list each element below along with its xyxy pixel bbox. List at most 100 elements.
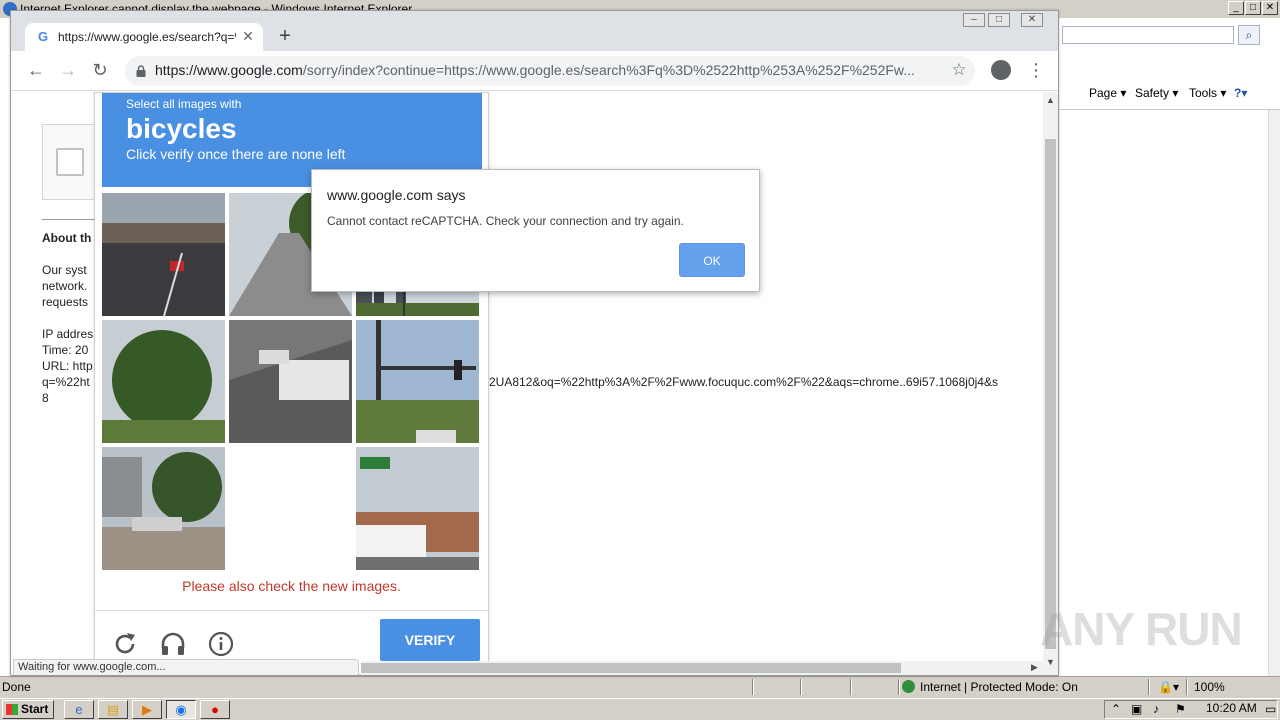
start-button[interactable]: Start xyxy=(2,700,54,719)
url-text[interactable]: https://www.google.com/sorry/index?conti… xyxy=(155,62,941,78)
show-desktop-icon[interactable]: ▭ xyxy=(1265,701,1276,718)
alert-message: Cannot contact reCAPTCHA. Check your con… xyxy=(327,214,684,228)
scroll-down-arrow-icon[interactable]: ▼ xyxy=(1046,657,1055,667)
reload-icon[interactable] xyxy=(110,629,140,659)
chrome-close-button[interactable]: ✕ xyxy=(1021,13,1043,27)
chrome-toolbar: ← → ↻ https://www.google.com/sorry/index… xyxy=(11,51,1058,91)
ie-help-menu[interactable]: ?▾ xyxy=(1234,86,1247,100)
sorry-text-line: network. xyxy=(42,279,88,293)
recaptcha-select-text: Select all images with xyxy=(126,97,242,111)
status-divider xyxy=(850,679,852,695)
lock-icon[interactable] xyxy=(136,65,146,77)
status-divider xyxy=(1148,679,1150,695)
ie-page-menu[interactable]: Page ▾ xyxy=(1089,86,1126,100)
chrome-minimize-button[interactable]: – xyxy=(963,13,985,27)
flag-icon[interactable]: ⚑ xyxy=(1175,701,1186,718)
recaptcha-tile[interactable] xyxy=(229,320,352,443)
search-icon[interactable]: ⌕ xyxy=(1238,25,1260,45)
opera-taskbar-icon[interactable]: ● xyxy=(200,700,230,719)
page-content: About th Our syst network. requests IP addr… xyxy=(11,92,1058,675)
status-divider xyxy=(800,679,802,695)
info-icon[interactable] xyxy=(206,629,236,659)
status-divider xyxy=(752,679,754,695)
verify-button[interactable]: VERIFY xyxy=(380,619,480,661)
taskbar-clock[interactable]: 10:20 AM xyxy=(1206,701,1257,715)
page-vertical-scrollbar[interactable]: ▲ ▼ xyxy=(1043,92,1058,675)
url-host: https://www.google.com xyxy=(155,62,303,78)
new-tab-button[interactable]: + xyxy=(273,25,297,49)
ie-tools-menu[interactable]: Tools ▾ xyxy=(1189,86,1226,100)
anyrun-watermark: ANY RUN xyxy=(1040,603,1243,655)
menu-icon[interactable]: ⋮ xyxy=(1027,59,1045,83)
sorry-text-line: 8 xyxy=(42,391,49,405)
recaptcha-target-object: bicycles xyxy=(126,113,237,144)
ie-close-button[interactable]: ✕ xyxy=(1262,1,1278,15)
taskbar: Start e ▤ ▶ ◉ ● ⌃ ▣ ♪ ⚑ ▭ 10:20 AM xyxy=(0,698,1280,720)
alert-origin: www.google.com says xyxy=(327,187,466,203)
ie-search-input[interactable] xyxy=(1062,26,1234,44)
ie-page-body xyxy=(1058,110,1280,676)
tray-arrow-icon[interactable]: ⌃ xyxy=(1111,701,1121,718)
forward-arrow-icon[interactable]: → xyxy=(56,59,80,83)
network-icon[interactable]: ▣ xyxy=(1131,701,1142,718)
internet-zone-icon xyxy=(902,680,915,693)
ie-security-zone: Internet | Protected Mode: On xyxy=(920,680,1078,694)
page-horizontal-scrollbar[interactable]: ▶ xyxy=(361,661,1043,675)
chrome-taskbar-icon[interactable]: ◉ xyxy=(166,700,196,719)
not-robot-checkbox[interactable] xyxy=(56,148,84,176)
horizontal-scroll-thumb[interactable] xyxy=(361,663,901,673)
bookmark-star-icon[interactable]: ☆ xyxy=(949,60,969,80)
recaptcha-instruction: Click verify once there are none left xyxy=(126,146,346,162)
start-label: Start xyxy=(21,702,49,716)
scroll-up-arrow-icon[interactable]: ▲ xyxy=(1046,95,1055,105)
ie-minimize-button[interactable]: _ xyxy=(1228,1,1244,15)
reload-icon[interactable]: ↻ xyxy=(88,59,112,83)
address-bar[interactable]: https://www.google.com/sorry/index?conti… xyxy=(125,56,975,86)
chrome-tab-strip: G https://www.google.es/search?q=% ✕ + –… xyxy=(11,11,1058,51)
sorry-text-line: IP addres xyxy=(42,327,94,341)
sorry-text-line: Our syst xyxy=(42,263,87,277)
status-divider xyxy=(1186,679,1188,695)
media-player-icon[interactable]: ▶ xyxy=(132,700,162,719)
ie-maximize-button[interactable]: □ xyxy=(1245,1,1261,15)
page-status-bubble: Waiting for www.google.com... xyxy=(13,659,359,675)
sorry-text-line: URL: http xyxy=(42,359,93,373)
windows-logo-icon xyxy=(6,704,18,715)
tab-google-search[interactable]: G https://www.google.es/search?q=% ✕ xyxy=(25,23,263,51)
tab-title: https://www.google.es/search?q=% xyxy=(58,30,236,44)
recaptcha-tile[interactable] xyxy=(102,193,225,316)
ie-status-bar: Done Internet | Protected Mode: On 🔒▾ 10… xyxy=(0,676,1280,698)
recaptcha-tile[interactable] xyxy=(356,447,479,570)
recaptcha-tile[interactable] xyxy=(102,447,225,570)
scroll-right-arrow-icon[interactable]: ▶ xyxy=(1031,662,1038,673)
chrome-window: G https://www.google.es/search?q=% ✕ + –… xyxy=(10,10,1059,676)
volume-icon[interactable]: ♪ xyxy=(1153,701,1159,718)
divider xyxy=(42,219,98,220)
google-favicon-icon: G xyxy=(37,29,49,44)
sorry-text-line: q=%22ht xyxy=(42,375,90,389)
vertical-scroll-thumb[interactable] xyxy=(1045,139,1056,649)
recaptcha-tile[interactable] xyxy=(356,320,479,443)
recaptcha-tile-loading[interactable] xyxy=(229,447,352,570)
back-arrow-icon[interactable]: ← xyxy=(24,59,48,83)
ie-quicklaunch-icon[interactable]: e xyxy=(64,700,94,719)
headphones-icon[interactable] xyxy=(158,629,188,659)
ie-status-text: Done xyxy=(2,680,31,694)
ie-safety-menu[interactable]: Safety ▾ xyxy=(1135,86,1178,100)
ie-zoom-level[interactable]: 100% xyxy=(1194,678,1225,696)
sorry-recaptcha-box xyxy=(42,124,96,200)
ie-protected-mode-icon[interactable]: 🔒▾ xyxy=(1158,678,1179,696)
url-path: /sorry/index?continue=https://www.google… xyxy=(302,62,915,78)
alert-ok-button[interactable]: OK xyxy=(679,243,745,277)
sorry-url-text: 2UA812&oq=%22http%3A%2F%2Fwww.focuquc.co… xyxy=(489,375,998,389)
account-icon[interactable] xyxy=(991,60,1011,80)
ie-vertical-scrollbar[interactable] xyxy=(1268,110,1280,676)
status-divider xyxy=(898,679,900,695)
chrome-maximize-button[interactable]: □ xyxy=(988,13,1010,27)
recaptcha-tile[interactable] xyxy=(102,320,225,443)
close-icon[interactable]: ✕ xyxy=(239,27,257,45)
js-alert-dialog: www.google.com says Cannot contact reCAP… xyxy=(311,169,760,292)
explorer-folder-icon[interactable]: ▤ xyxy=(98,700,128,719)
sorry-text-line: requests xyxy=(42,295,89,309)
sorry-text-line: Time: 20 xyxy=(42,343,89,357)
